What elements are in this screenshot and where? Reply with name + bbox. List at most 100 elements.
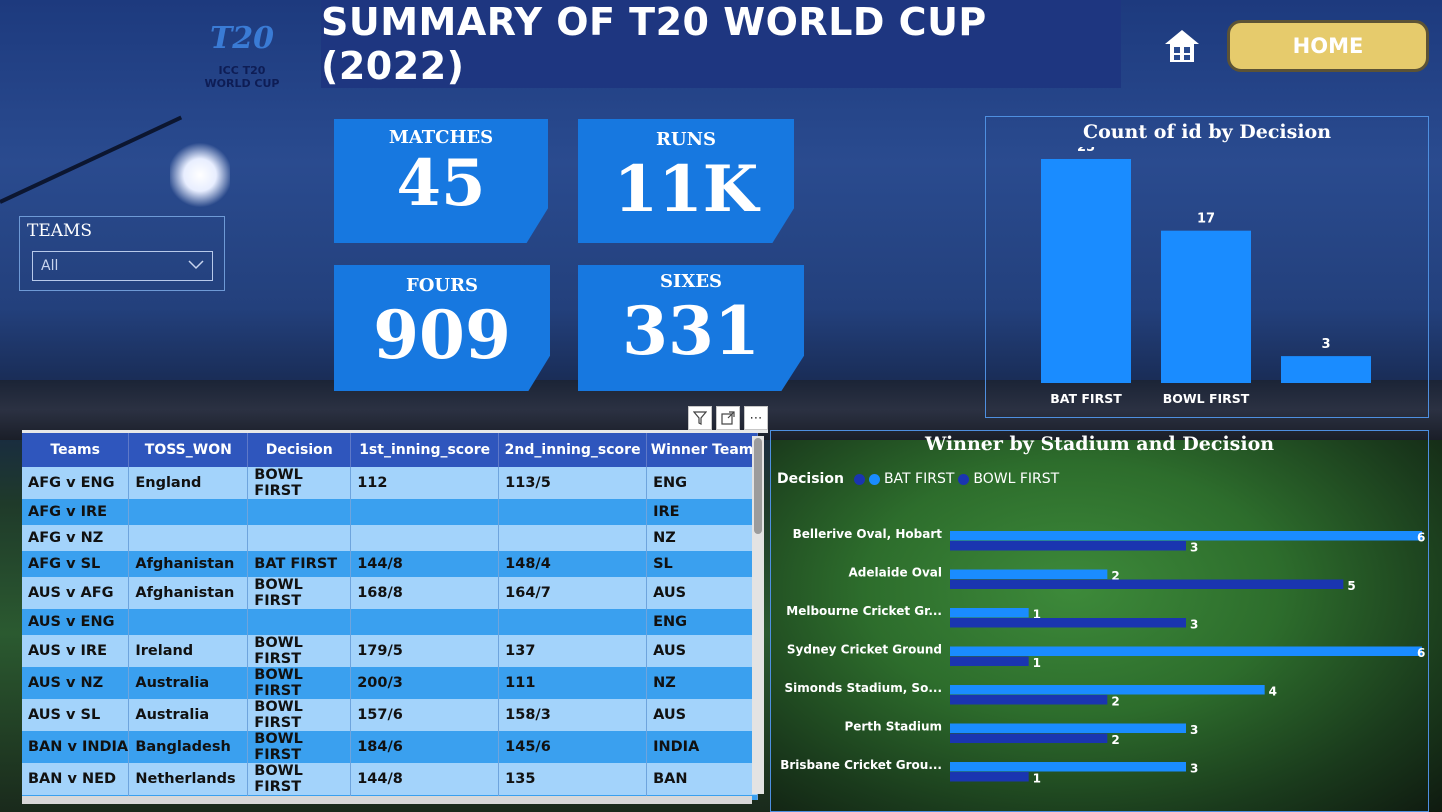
stadium-bar[interactable] bbox=[950, 656, 1029, 667]
table-row[interactable]: AUS v AFG Afghanistan BOWL FIRST 168/8 164/7… bbox=[22, 576, 758, 609]
table-cell bbox=[350, 608, 500, 635]
kpi-fours: FOURS 909 bbox=[334, 265, 550, 391]
table-cell: IRE bbox=[646, 499, 758, 525]
table-cell: Netherlands bbox=[128, 762, 249, 795]
table-cell: Australia bbox=[128, 698, 249, 731]
stadium-bar[interactable] bbox=[950, 685, 1265, 695]
table-cell: 144/8 bbox=[350, 550, 500, 577]
table-cell: 112 bbox=[350, 467, 500, 499]
stadium-bar[interactable] bbox=[950, 569, 1108, 580]
column-header[interactable]: 2nd_inning_score bbox=[498, 433, 648, 467]
table-cell bbox=[128, 608, 249, 635]
column-header[interactable]: Winner Team bbox=[646, 433, 758, 467]
stadium-data-label: 3 bbox=[1190, 723, 1198, 737]
table-cell: Afghanistan bbox=[128, 550, 249, 577]
table-cell: SL bbox=[646, 550, 758, 577]
stadium-bar[interactable] bbox=[950, 541, 1186, 551]
decision-data-label: 25 bbox=[1077, 147, 1095, 155]
stadium-data-label: 2 bbox=[1111, 695, 1119, 709]
table-cell: INDIA bbox=[646, 730, 758, 763]
table-cell bbox=[247, 524, 352, 551]
decision-chart-title[interactable]: Count of id by Decision bbox=[986, 121, 1428, 143]
table-cell: 148/4 bbox=[498, 550, 648, 577]
decision-data-label: 3 bbox=[1321, 337, 1330, 352]
table-cell: BAT FIRST bbox=[247, 550, 352, 577]
table-cell: BOWL FIRST bbox=[247, 576, 352, 609]
table-row[interactable]: AFG v SL Afghanistan BAT FIRST 144/8 148/4 SL bbox=[22, 550, 758, 577]
table-cell: BOWL FIRST bbox=[247, 634, 352, 667]
column-header[interactable]: Decision bbox=[247, 433, 352, 467]
stadium-category-label: Perth Stadium bbox=[844, 720, 942, 734]
stadium-bar[interactable] bbox=[950, 733, 1108, 744]
decision-bar[interactable] bbox=[1281, 356, 1371, 383]
floodlight-pole bbox=[0, 115, 183, 204]
scroll-thumb[interactable] bbox=[754, 438, 762, 534]
table-cell bbox=[498, 499, 648, 525]
table-body: AFG v ENG England BOWL FIRST 112 113/5 ENG AFG… bbox=[22, 467, 758, 800]
stadium-bar[interactable] bbox=[950, 608, 1029, 618]
legend-item-bat-first[interactable]: BAT FIRST bbox=[884, 471, 954, 487]
table-row[interactable]: AUS v IRE Ireland BOWL FIRST 179/5 137 AUS bbox=[22, 634, 758, 667]
table-row[interactable]: AFG v NZ NZ bbox=[22, 524, 758, 551]
column-header[interactable]: 1st_inning_score bbox=[350, 433, 500, 467]
kpi-label: RUNS bbox=[655, 129, 717, 150]
table-cell bbox=[498, 608, 648, 635]
table-cell: NZ bbox=[646, 524, 758, 551]
more-options-icon[interactable]: ⋯ bbox=[744, 406, 768, 430]
table-row[interactable]: AUS v ENG ENG bbox=[22, 608, 758, 635]
table-row[interactable]: BAN v NED Netherlands BOWL FIRST 144/8 135 BA… bbox=[22, 762, 758, 795]
teams-dropdown[interactable]: All bbox=[32, 251, 213, 281]
table-row[interactable]: AFG v IRE IRE bbox=[22, 499, 758, 525]
decision-chart[interactable]: 25 BAT FIRST 17 BOWL FIRST 3 bbox=[986, 147, 1428, 417]
decision-bar[interactable] bbox=[1041, 159, 1131, 383]
stadium-bar[interactable] bbox=[950, 762, 1186, 772]
stadium-bar[interactable] bbox=[950, 646, 1422, 657]
table-horizontal-scrollbar[interactable] bbox=[22, 796, 752, 804]
table-vertical-scrollbar[interactable] bbox=[752, 436, 764, 794]
column-header[interactable]: TOSS_WON bbox=[128, 433, 249, 467]
matches-table: Teams TOSS_WON Decision 1st_inning_score 2nd… bbox=[22, 430, 768, 800]
table-cell: ENG bbox=[646, 467, 758, 499]
table-row[interactable]: AUS v NZ Australia BOWL FIRST 200/3 111 NZ bbox=[22, 666, 758, 699]
table-cell: ENG bbox=[646, 608, 758, 635]
table-cell: AUS v NZ bbox=[22, 666, 130, 699]
stadium-category-label: Melbourne Cricket Gr... bbox=[786, 604, 942, 618]
filter-icon[interactable] bbox=[688, 406, 712, 430]
table-cell bbox=[498, 524, 648, 551]
stadium-data-label: 3 bbox=[1190, 541, 1198, 555]
table-cell: BOWL FIRST bbox=[247, 467, 352, 499]
home-button[interactable]: HOME bbox=[1227, 20, 1429, 72]
kpi-value: 11K bbox=[613, 152, 759, 227]
stadium-bar[interactable] bbox=[950, 772, 1029, 782]
table-row[interactable]: AUS v SL Australia BOWL FIRST 157/6 158/3 AUS bbox=[22, 698, 758, 731]
table-row[interactable]: AFG v ENG England BOWL FIRST 112 113/5 ENG bbox=[22, 467, 758, 499]
stadium-bar[interactable] bbox=[950, 695, 1108, 705]
table-header-row: Teams TOSS_WON Decision 1st_inning_score 2nd… bbox=[22, 433, 758, 467]
table-row[interactable]: BAN v INDIA Bangladesh BOWL FIRST 184/6 145/… bbox=[22, 730, 758, 763]
table-cell: AFG v IRE bbox=[22, 499, 130, 525]
home-icon[interactable] bbox=[1163, 28, 1201, 64]
stadium-category-label: Adelaide Oval bbox=[849, 566, 942, 580]
column-header[interactable]: Teams bbox=[22, 433, 130, 467]
table-cell: AUS v AFG bbox=[22, 576, 130, 609]
stadium-category-label: Brisbane Cricket Grou... bbox=[780, 758, 942, 772]
stadium-bar[interactable] bbox=[950, 579, 1344, 590]
kpi-value: 331 bbox=[622, 292, 760, 370]
table-cell: 164/7 bbox=[498, 576, 648, 609]
stadium-bar[interactable] bbox=[950, 618, 1186, 628]
decision-chart-panel: Count of id by Decision 25 BAT FIRST 17 BOW… bbox=[985, 116, 1429, 418]
stadium-data-label: 3 bbox=[1190, 618, 1198, 632]
table-cell: 184/6 bbox=[350, 730, 500, 763]
table-cell: BOWL FIRST bbox=[247, 666, 352, 699]
legend-dot bbox=[853, 473, 865, 485]
kpi-runs: RUNS 11K bbox=[578, 119, 794, 243]
legend-item-bowl-first[interactable]: BOWL FIRST bbox=[973, 471, 1059, 487]
focus-mode-icon[interactable] bbox=[716, 406, 740, 430]
stadium-chart[interactable]: Bellerive Oval, Hobart 6 3 Adelaide Oval 2 5 M… bbox=[771, 511, 1428, 811]
decision-bar[interactable] bbox=[1161, 230, 1251, 383]
stadium-bar[interactable] bbox=[950, 531, 1422, 541]
stadium-data-label: 3 bbox=[1190, 762, 1198, 776]
stadium-bar[interactable] bbox=[950, 723, 1186, 734]
stadium-chart-title[interactable]: Winner by Stadium and Decision bbox=[771, 433, 1428, 455]
stadium-data-label: 4 bbox=[1269, 685, 1277, 699]
